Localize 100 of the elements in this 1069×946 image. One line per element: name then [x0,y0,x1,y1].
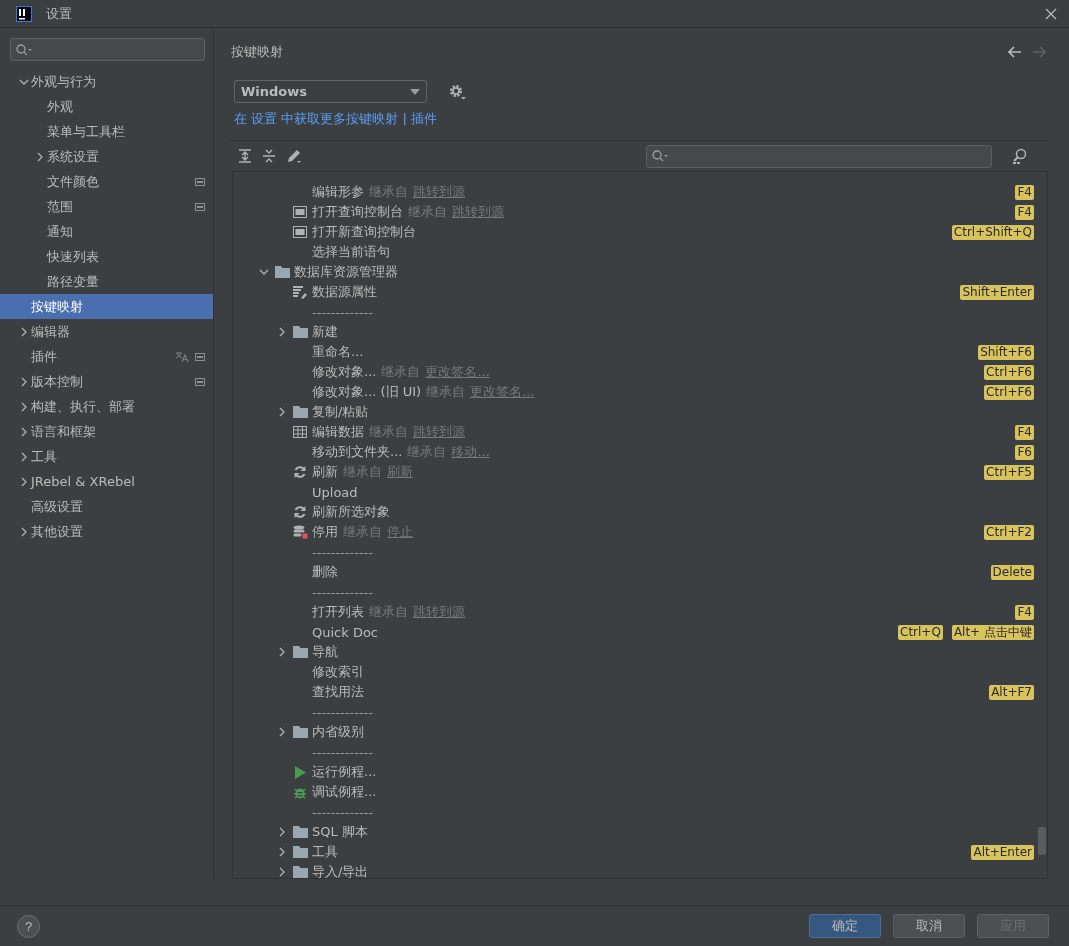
action-name: 刷新 [312,463,338,481]
sidebar-item[interactable]: 菜单与工具栏 [0,119,213,144]
app-logo-icon [16,5,32,22]
action-name: 内省级别 [312,723,364,741]
separator-text: ------------- [312,704,373,720]
sidebar-item[interactable]: 文件颜色 [0,169,213,194]
chevron-down-icon[interactable] [259,267,269,277]
shortcut-badge: Ctrl+F5 [984,464,1034,480]
action-name: 调试例程... [312,783,377,801]
sidebar-item[interactable]: 快速列表 [0,244,213,269]
action-name: 停用 [312,523,338,541]
chevron-right-icon[interactable] [277,327,287,337]
table-icon [293,426,307,438]
action-name: 修改索引 [312,663,364,681]
inherited-note: 继承自 [408,203,447,221]
separator-text: ------------- [312,804,373,820]
action-name: 打开列表 [312,603,364,621]
action-name: 工具 [312,843,338,861]
sidebar-item[interactable]: 高级设置 [0,494,213,519]
inherited-note: 继承自 [369,423,408,441]
ok-button[interactable]: 确定 [809,914,881,938]
search-field[interactable] [646,144,992,168]
folder-icon [292,406,308,418]
sidebar-item[interactable]: 构建、执行、部署 [0,394,213,419]
inherited-note: 继承自 [407,443,447,461]
folder-icon [292,726,308,738]
collapse-all-button[interactable] [262,149,276,163]
edit-button[interactable] [286,148,302,164]
sidebar-item[interactable]: 路径变量 [0,269,213,294]
shortcut-badge: F6 [1015,444,1034,460]
folder-icon [292,866,308,878]
sidebar-item[interactable]: JRebel & XRebel [0,469,213,494]
dropdown-arrow-icon [410,88,420,95]
action-name: 复制/粘贴 [312,403,369,421]
action-name: 删除 [312,563,338,581]
sidebar-item[interactable]: 其他设置 [0,519,213,544]
inherited-note: 继承自 [369,603,408,621]
scrollbar-thumb[interactable] [1038,827,1046,855]
shortcut-badge: Delete [990,564,1034,580]
sidebar-item[interactable]: 编辑器 [0,319,213,344]
folder-icon [292,646,308,658]
sidebar-item[interactable]: 语言和框架 [0,419,213,444]
window-title: 设置 [46,4,73,23]
back-button[interactable] [1006,44,1024,60]
action-name: 导入/导出 [312,863,369,878]
expand-all-button[interactable] [238,149,252,163]
sidebar-item[interactable]: 按键映射 [0,294,213,319]
shortcut-badge: Alt+ 点击中键 [951,624,1034,640]
separator-text: ------------- [312,544,373,560]
action-name: 选择当前语句 [312,243,390,261]
run-icon [294,765,306,779]
search-field[interactable] [10,38,205,61]
action-name: 打开新查询控制台 [312,223,416,241]
shortcut-badge: F4 [1015,604,1034,620]
sidebar-item[interactable]: 系统设置 [0,144,213,169]
console-icon [293,226,307,238]
shortcut-badge: Shift+F6 [978,344,1034,360]
bug-icon [293,785,307,799]
inherited-note: 继承自 [369,183,408,201]
database-stop-icon [292,525,308,539]
keymap-dropdown[interactable]: Windows [234,80,427,103]
action-name: 刷新所选对象 [312,503,390,521]
shortcut-badge: Alt+F7 [989,684,1034,700]
find-shortcut-button[interactable] [1012,148,1028,164]
console-icon [293,206,307,218]
action-name: 查找用法 [312,683,364,701]
sidebar-item[interactable]: 范围 [0,194,213,219]
sidebar-item[interactable]: 版本控制 [0,369,213,394]
action-name: 运行例程... [312,763,377,781]
action-name: SQL 脚本 [312,823,368,841]
refresh-icon [293,465,307,479]
action-name: 修改对象... (旧 UI) [312,383,422,401]
inherited-note: 继承自 [381,363,421,381]
sidebar-item[interactable]: 通知 [0,219,213,244]
sidebar-item[interactable]: 插件 [0,344,213,369]
chevron-right-icon[interactable] [277,647,287,657]
shortcut-badge: Ctrl+F6 [984,364,1034,380]
shortcut-badge: F4 [1015,424,1034,440]
dialog-button[interactable]: 取消 [893,914,965,938]
sidebar-item[interactable]: 工具 [0,444,213,469]
help-button[interactable]: ? [17,914,40,938]
sidebar-item[interactable]: 外观与行为 [0,69,213,94]
inherited-note: 继承自 [426,383,466,401]
chevron-right-icon[interactable] [277,407,287,417]
shortcut-badge: Alt+Enter [971,844,1034,860]
shortcut-badge: Ctrl+F2 [984,524,1034,540]
action-name: 重命名... [312,343,364,361]
refresh-icon [293,505,307,519]
folder-icon [292,846,308,858]
shortcut-badge: F4 [1015,184,1034,200]
separator-text: ------------- [312,744,373,760]
search-icon [16,43,32,56]
action-name: 新建 [312,323,338,341]
data-source-properties-icon [292,285,308,299]
search-icon [652,150,668,162]
chevron-right-icon[interactable] [277,727,287,737]
shortcut-badge: Ctrl+Q [898,624,943,640]
action-name: 打开查询控制台 [312,203,403,221]
folder-icon [292,826,308,838]
sidebar-item[interactable]: 外观 [0,94,213,119]
